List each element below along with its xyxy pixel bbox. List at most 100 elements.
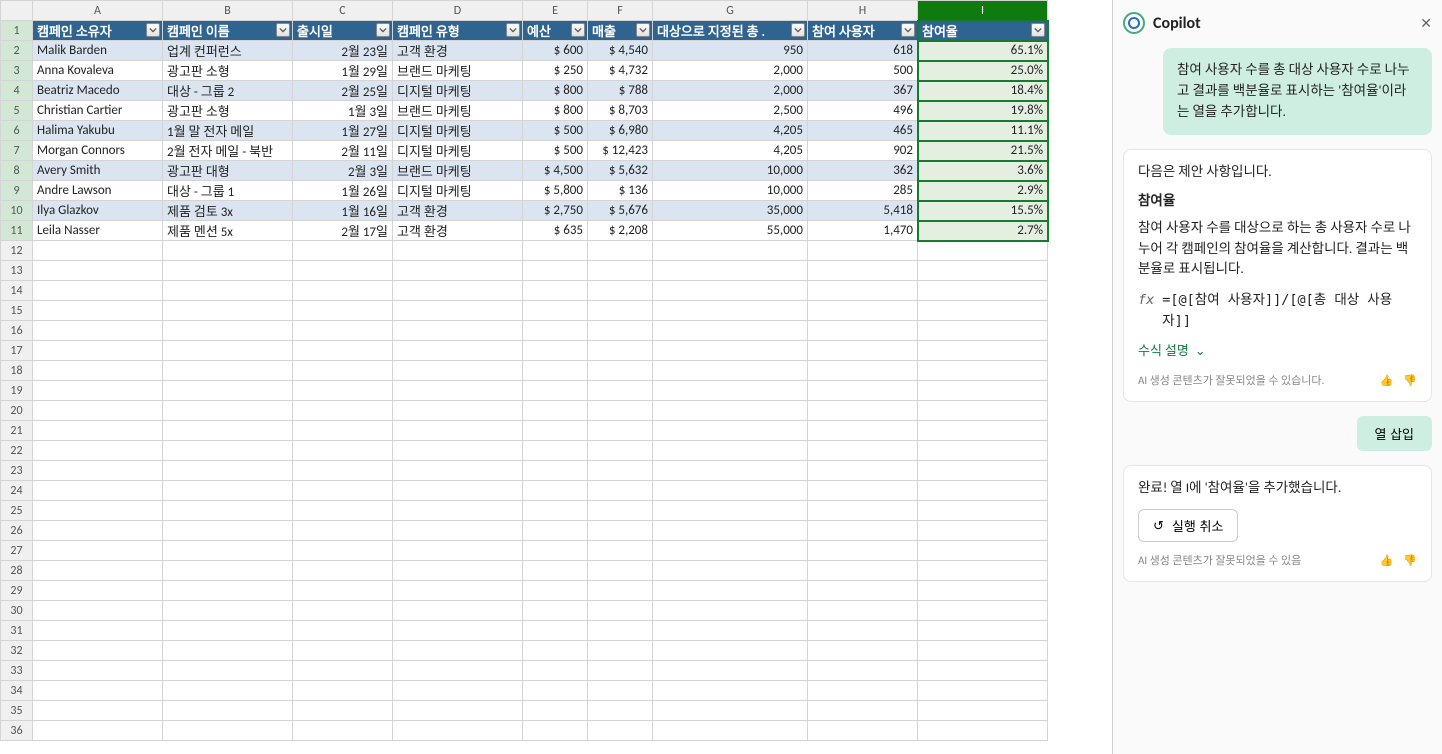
cell[interactable]	[523, 241, 588, 261]
cell[interactable]	[588, 661, 653, 681]
cell[interactable]: $ 12,423	[588, 141, 653, 161]
row-header[interactable]: 32	[1, 641, 33, 661]
row-header[interactable]: 30	[1, 601, 33, 621]
cell[interactable]	[293, 501, 393, 521]
cell[interactable]	[588, 301, 653, 321]
cell[interactable]	[393, 401, 523, 421]
cell[interactable]	[33, 321, 163, 341]
cell[interactable]	[33, 481, 163, 501]
cell[interactable]	[588, 501, 653, 521]
table-header-cell[interactable]: 캠페인 이름	[163, 21, 293, 41]
cell[interactable]: 1월 말 전자 메일	[163, 121, 293, 141]
cell[interactable]	[918, 441, 1048, 461]
table-header-cell[interactable]: 예산	[523, 21, 588, 41]
cell[interactable]	[588, 581, 653, 601]
cell[interactable]	[588, 341, 653, 361]
cell[interactable]	[588, 441, 653, 461]
cell[interactable]	[653, 481, 808, 501]
cell[interactable]	[808, 281, 918, 301]
cell[interactable]	[918, 381, 1048, 401]
cell[interactable]	[523, 281, 588, 301]
cell[interactable]	[33, 541, 163, 561]
cell[interactable]: 디지털 마케팅	[393, 141, 523, 161]
column-header-A[interactable]: A	[33, 1, 163, 21]
cell[interactable]	[163, 641, 293, 661]
cell[interactable]	[588, 641, 653, 661]
cell[interactable]	[293, 301, 393, 321]
row-header[interactable]: 26	[1, 521, 33, 541]
cell[interactable]	[393, 561, 523, 581]
cell[interactable]	[808, 621, 918, 641]
cell[interactable]: 대상 - 그룹 1	[163, 181, 293, 201]
cell[interactable]	[588, 621, 653, 641]
insert-column-button[interactable]: 열 삽입	[1357, 416, 1433, 451]
cell[interactable]	[653, 661, 808, 681]
cell[interactable]	[293, 701, 393, 721]
filter-dropdown-icon[interactable]	[276, 23, 290, 37]
cell[interactable]: Ilya Glazkov	[33, 201, 163, 221]
cell[interactable]	[588, 721, 653, 741]
cell[interactable]: 35,000	[653, 201, 808, 221]
cell[interactable]: $ 800	[523, 81, 588, 101]
cell[interactable]	[163, 441, 293, 461]
cell[interactable]: 디지털 마케팅	[393, 181, 523, 201]
cell[interactable]	[393, 301, 523, 321]
cell[interactable]: 2월 25일	[293, 81, 393, 101]
cell[interactable]	[523, 261, 588, 281]
cell[interactable]	[808, 421, 918, 441]
cell[interactable]	[523, 481, 588, 501]
cell[interactable]	[653, 361, 808, 381]
cell[interactable]	[653, 621, 808, 641]
cell[interactable]	[918, 301, 1048, 321]
cell[interactable]	[293, 561, 393, 581]
cell[interactable]: Malik Barden	[33, 41, 163, 61]
cell[interactable]	[918, 701, 1048, 721]
cell[interactable]	[918, 661, 1048, 681]
cell[interactable]	[33, 721, 163, 741]
cell[interactable]	[163, 321, 293, 341]
cell[interactable]	[523, 681, 588, 701]
cell[interactable]	[393, 501, 523, 521]
cell[interactable]	[33, 641, 163, 661]
cell[interactable]: $ 6,980	[588, 121, 653, 141]
cell[interactable]	[653, 301, 808, 321]
cell[interactable]	[33, 581, 163, 601]
cell[interactable]	[808, 681, 918, 701]
cell[interactable]	[33, 521, 163, 541]
cell[interactable]	[523, 541, 588, 561]
cell[interactable]	[523, 701, 588, 721]
cell[interactable]	[523, 641, 588, 661]
cell[interactable]	[808, 601, 918, 621]
cell[interactable]	[918, 421, 1048, 441]
cell[interactable]: 1,470	[808, 221, 918, 241]
cell[interactable]	[293, 461, 393, 481]
cell[interactable]	[33, 261, 163, 281]
cell[interactable]	[523, 341, 588, 361]
cell[interactable]	[653, 521, 808, 541]
cell[interactable]	[163, 301, 293, 321]
undo-button[interactable]: ↺ 실행 취소	[1138, 509, 1238, 542]
cell[interactable]	[808, 301, 918, 321]
cell[interactable]: 2.7%	[918, 221, 1048, 241]
cell[interactable]: 1월 16일	[293, 201, 393, 221]
table-header-cell[interactable]: 참여율	[918, 21, 1048, 41]
cell[interactable]	[163, 601, 293, 621]
cell[interactable]	[918, 281, 1048, 301]
cell[interactable]	[918, 361, 1048, 381]
filter-dropdown-icon[interactable]	[146, 23, 160, 37]
cell[interactable]	[523, 581, 588, 601]
cell[interactable]	[808, 461, 918, 481]
row-header[interactable]: 18	[1, 361, 33, 381]
cell[interactable]	[653, 281, 808, 301]
cell[interactable]	[588, 361, 653, 381]
cell[interactable]	[918, 721, 1048, 741]
cell[interactable]	[808, 641, 918, 661]
cell[interactable]	[653, 601, 808, 621]
cell[interactable]: 11.1%	[918, 121, 1048, 141]
cell[interactable]	[808, 361, 918, 381]
row-header[interactable]: 14	[1, 281, 33, 301]
cell[interactable]: 362	[808, 161, 918, 181]
cell[interactable]	[293, 321, 393, 341]
cell[interactable]: 1월 27일	[293, 121, 393, 141]
cell[interactable]	[393, 341, 523, 361]
